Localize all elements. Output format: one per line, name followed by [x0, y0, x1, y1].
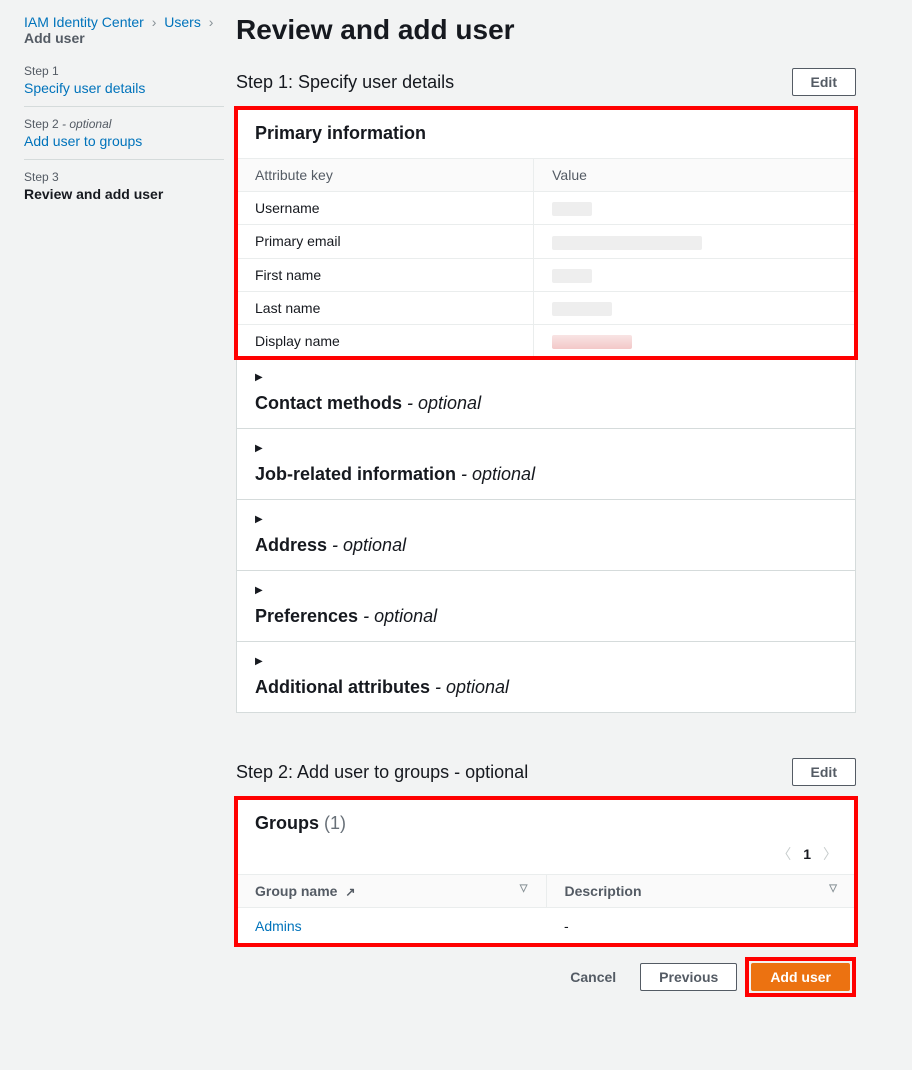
caret-right-icon: ▶: [255, 372, 837, 383]
pager: 〈 1 〉: [237, 838, 855, 874]
table-row: First name: [237, 258, 855, 291]
attr-value: [534, 225, 855, 258]
primary-info-table: Attribute key Value Username Primary ema…: [237, 158, 855, 357]
attr-key: Last name: [237, 291, 534, 324]
breadcrumb: IAM Identity Center › Users › Add user: [24, 14, 224, 46]
breadcrumb-link-root[interactable]: IAM Identity Center: [24, 14, 144, 30]
step1-label: Step 1: Specify user details: [236, 72, 454, 93]
col-group-name[interactable]: Group name ↗ ▽: [237, 875, 546, 908]
groups-table: Group name ↗ ▽ Description ▽ Admins -: [237, 874, 855, 944]
address-panel[interactable]: ▶ Address - optional: [236, 499, 856, 571]
attr-value: [534, 192, 855, 225]
nav-step-number: Step 2 - optional: [24, 117, 224, 131]
nav-step-link[interactable]: Add user to groups: [24, 133, 142, 149]
attr-key: First name: [237, 258, 534, 291]
preferences-panel[interactable]: ▶ Preferences - optional: [236, 570, 856, 642]
table-row: Admins -: [237, 908, 855, 945]
edit-step1-button[interactable]: Edit: [792, 68, 856, 96]
col-description[interactable]: Description ▽: [546, 875, 855, 908]
table-row: Primary email: [237, 225, 855, 258]
col-value: Value: [534, 159, 855, 192]
panel-title: Contact methods - optional: [255, 393, 481, 413]
caret-right-icon: ▶: [255, 585, 837, 596]
nav-step-link[interactable]: Specify user details: [24, 80, 145, 96]
group-desc: -: [546, 908, 855, 945]
step1-panels: Primary information Attribute key Value …: [236, 108, 856, 713]
pager-prev-icon[interactable]: 〈: [777, 844, 791, 864]
table-row: Display name: [237, 325, 855, 358]
panel-title: Job-related information - optional: [255, 464, 535, 484]
add-user-highlight: Add user: [745, 957, 856, 997]
additional-attributes-panel[interactable]: ▶ Additional attributes - optional: [236, 641, 856, 713]
previous-button[interactable]: Previous: [640, 963, 737, 991]
attr-key: Username: [237, 192, 534, 225]
breadcrumb-link-users[interactable]: Users: [164, 14, 201, 30]
panel-title: Preferences - optional: [255, 606, 437, 626]
add-user-button[interactable]: Add user: [751, 963, 850, 991]
groups-title: Groups (1): [255, 813, 346, 834]
nav-step-1: Step 1 Specify user details: [24, 64, 224, 106]
contact-methods-panel[interactable]: ▶ Contact methods - optional: [236, 357, 856, 429]
attr-value: [534, 325, 855, 358]
sort-icon: ▽: [520, 883, 528, 894]
nav-step-3: Step 3 Review and add user: [24, 159, 224, 212]
attr-value: [534, 291, 855, 324]
attr-value: [534, 258, 855, 291]
table-row: Last name: [237, 291, 855, 324]
sort-icon: ▽: [829, 883, 837, 894]
nav-step-2: Step 2 - optional Add user to groups: [24, 106, 224, 159]
groups-panel: Groups (1) 〈 1 〉 Group name ↗ ▽: [236, 798, 856, 945]
external-link-icon: ↗: [345, 885, 355, 899]
chevron-right-icon: ›: [148, 14, 161, 30]
step2-header: Step 2: Add user to groups - optional Ed…: [236, 758, 856, 786]
table-row: Username: [237, 192, 855, 225]
step-nav: Step 1 Specify user details Step 2 - opt…: [24, 64, 224, 212]
nav-step-number: Step 1: [24, 64, 224, 78]
step2-label: Step 2: Add user to groups - optional: [236, 762, 528, 783]
breadcrumb-current: Add user: [24, 30, 85, 46]
page-title: Review and add user: [236, 14, 856, 46]
step1-header: Step 1: Specify user details Edit: [236, 68, 856, 96]
panel-title: Additional attributes - optional: [255, 677, 509, 697]
attr-key: Primary email: [237, 225, 534, 258]
job-related-panel[interactable]: ▶ Job-related information - optional: [236, 428, 856, 500]
panel-title: Address - optional: [255, 535, 406, 555]
edit-step2-button[interactable]: Edit: [792, 758, 856, 786]
nav-step-title: Review and add user: [24, 186, 163, 202]
caret-right-icon: ▶: [255, 443, 837, 454]
caret-right-icon: ▶: [255, 656, 837, 667]
attr-key: Display name: [237, 325, 534, 358]
footer-actions: Cancel Previous Add user: [236, 957, 856, 997]
nav-step-number: Step 3: [24, 170, 224, 184]
cancel-button[interactable]: Cancel: [554, 964, 632, 990]
col-attribute-key: Attribute key: [237, 159, 534, 192]
chevron-right-icon: ›: [205, 14, 218, 30]
group-link[interactable]: Admins: [255, 918, 302, 934]
pager-page-number: 1: [803, 846, 811, 862]
primary-info-title: Primary information: [255, 123, 426, 143]
pager-next-icon[interactable]: 〉: [823, 844, 837, 864]
primary-information-panel: Primary information Attribute key Value …: [236, 108, 856, 358]
caret-right-icon: ▶: [255, 514, 837, 525]
